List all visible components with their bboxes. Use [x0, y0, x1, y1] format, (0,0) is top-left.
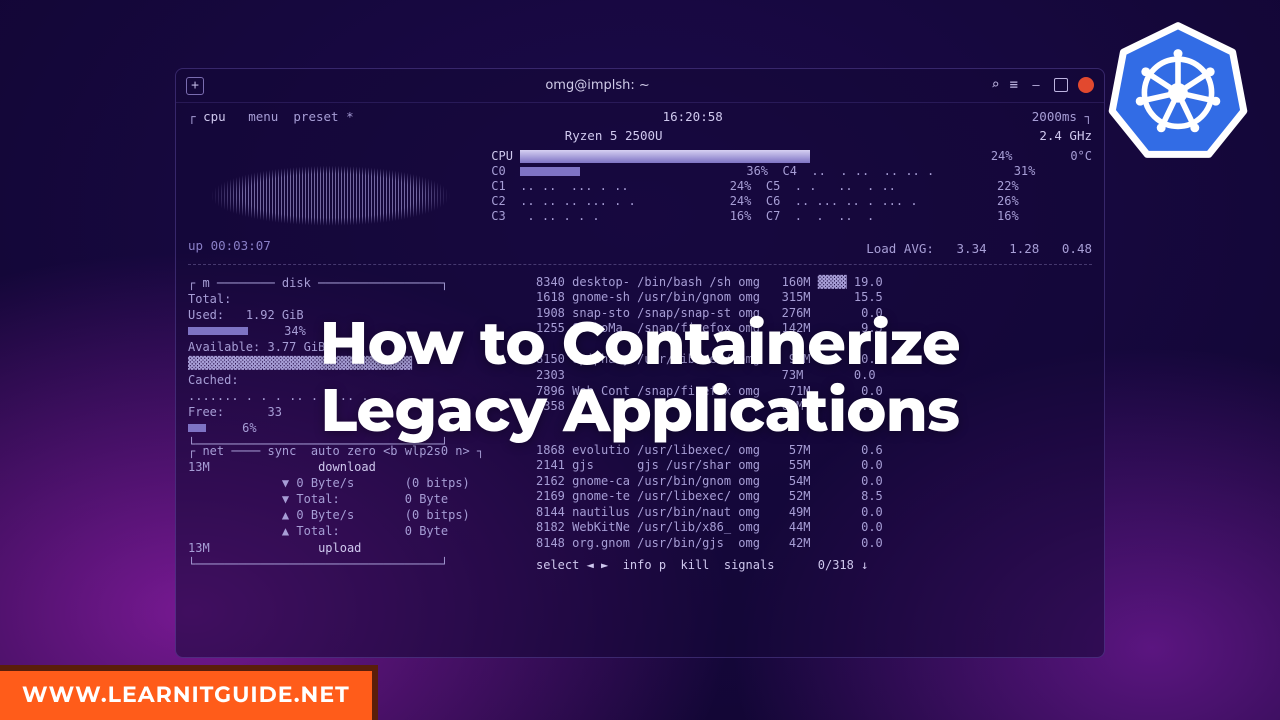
- cpu-cores: CPU 24% 0°C C0 36% C4 .. . .. .. .. . 31…: [491, 149, 1092, 234]
- cpu-info-row: Ryzen 5 2500U 2.4 GHz: [188, 128, 1092, 145]
- site-badge: WWW.LEARNITGUIDE.NET: [0, 665, 378, 720]
- interval: 2000ms ┐: [1032, 109, 1092, 126]
- maximize-button[interactable]: [1054, 78, 1068, 92]
- titlebar: + omg@implsh: ~ ⌕ ≡ —: [176, 69, 1104, 103]
- cpu-ghz: 2.4 GHz: [1039, 128, 1092, 145]
- close-button[interactable]: [1078, 77, 1094, 93]
- clock: 16:20:58: [663, 109, 723, 126]
- network-panel: ┌ net ──── sync auto zero <b wlp2s0 n> ┐…: [188, 443, 518, 574]
- hero-title: How to Containerize Legacy Applications: [0, 310, 1280, 444]
- top-menu-row: ┌ cpu menu preset * 16:20:58 2000ms ┐: [188, 109, 1092, 126]
- cpu-history-graph: [188, 149, 473, 234]
- window-controls: ⌕ ≡ —: [991, 76, 1094, 95]
- process-list-bottom: 1868 evolutio /usr/libexec/ omg 57M 0.6 …: [536, 443, 1092, 574]
- window-title: omg@implsh: ~: [204, 77, 991, 95]
- cpu-model: Ryzen 5 2500U: [565, 128, 663, 145]
- kubernetes-logo: [1108, 20, 1248, 160]
- cpu-panel: CPU 24% 0°C C0 36% C4 .. . .. .. .. . 31…: [188, 149, 1092, 234]
- search-icon[interactable]: ⌕: [991, 76, 999, 95]
- divider: [188, 264, 1092, 265]
- hamburger-icon[interactable]: ≡: [1010, 76, 1018, 95]
- minimize-button[interactable]: —: [1028, 77, 1044, 93]
- hero-line-1: How to Containerize: [0, 310, 1280, 377]
- new-tab-button[interactable]: +: [186, 77, 204, 95]
- hero-line-2: Legacy Applications: [0, 377, 1280, 444]
- menu-left: ┌ cpu menu preset *: [188, 109, 354, 126]
- load-avg: Load AVG: 3.34 1.28 0.48: [188, 241, 1092, 258]
- process-footer: select ◄ ► info p kill signals 0/318 ↓: [536, 558, 1092, 574]
- bottom-row: ┌ net ──── sync auto zero <b wlp2s0 n> ┐…: [188, 443, 1092, 574]
